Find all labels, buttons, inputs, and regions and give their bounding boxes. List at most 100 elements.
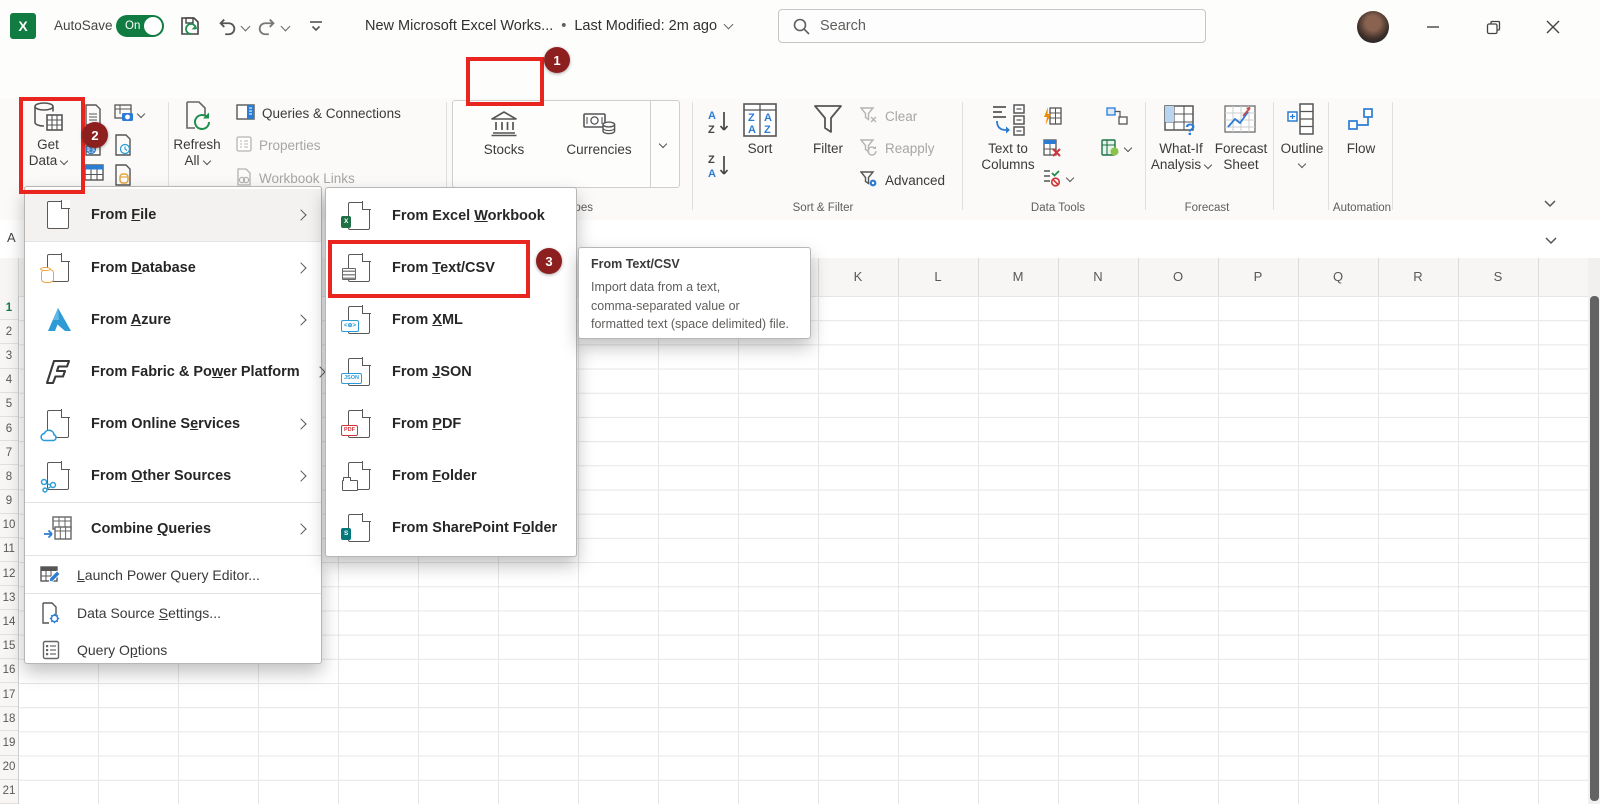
- currencies-button[interactable]: Currencies: [561, 107, 637, 158]
- row-header[interactable]: 3: [0, 344, 18, 368]
- row-header[interactable]: 14: [0, 610, 18, 634]
- combine-queries-icon: [41, 515, 75, 543]
- submenu-item-from-excel-workbook[interactable]: X From Excel Workbook: [326, 190, 576, 242]
- minimize-button[interactable]: [1418, 12, 1448, 42]
- queries-connections-button[interactable]: Queries & Connections: [236, 104, 401, 123]
- row-header[interactable]: 20: [0, 756, 18, 780]
- azure-icon: [41, 306, 75, 334]
- chevron-down-icon: [1204, 161, 1212, 169]
- menu-item-launch-power-query-editor[interactable]: Launch Power Query Editor...: [25, 556, 321, 593]
- menu-item-from-online-services[interactable]: From Online Services: [25, 398, 321, 450]
- vertical-scrollbar-thumb[interactable]: [1590, 296, 1599, 801]
- group-separator: [962, 102, 963, 210]
- expand-formula-bar-chevron-icon[interactable]: [1544, 233, 1558, 251]
- row-header[interactable]: 18: [0, 707, 18, 731]
- json-icon: JSON: [342, 358, 376, 386]
- from-table-range-icon[interactable]: [84, 164, 104, 187]
- step-badge-2: 2: [82, 122, 108, 148]
- remove-duplicates-icon[interactable]: [1042, 138, 1062, 163]
- forecast-sheet-button[interactable]: Forecast Sheet: [1214, 102, 1268, 173]
- row-header[interactable]: 13: [0, 586, 18, 610]
- column-header[interactable]: O: [1138, 258, 1218, 296]
- column-header[interactable]: N: [1058, 258, 1138, 296]
- advanced-filter-button[interactable]: Advanced: [860, 170, 945, 191]
- search-icon: [792, 17, 810, 35]
- column-header[interactable]: R: [1378, 258, 1458, 296]
- what-if-label-2: Analysis: [1151, 157, 1201, 173]
- column-header[interactable]: K: [818, 258, 898, 296]
- flash-fill-icon[interactable]: [1042, 106, 1062, 131]
- menu-item-from-file[interactable]: From File: [25, 189, 321, 241]
- text-to-columns-button[interactable]: Text to Columns: [978, 102, 1038, 173]
- document-title-area[interactable]: New Microsoft Excel Works... • Last Modi…: [365, 0, 732, 52]
- what-if-analysis-button[interactable]: ? What-If Analysis: [1152, 102, 1210, 173]
- search-input[interactable]: Search: [778, 9, 1206, 43]
- row-header[interactable]: 8: [0, 465, 18, 489]
- sort-ascending-button[interactable]: AZ: [706, 108, 732, 141]
- menu-item-from-fabric-power-platform[interactable]: From Fabric & Power Platform: [25, 346, 321, 398]
- data-model-button[interactable]: [1100, 138, 1131, 158]
- menu-item-from-other-sources[interactable]: From Other Sources: [25, 450, 321, 502]
- row-header[interactable]: 16: [0, 659, 18, 683]
- row-header[interactable]: 19: [0, 731, 18, 755]
- submenu-item-from-json[interactable]: JSON From JSON: [326, 346, 576, 398]
- row-header[interactable]: 6: [0, 417, 18, 441]
- redo-chevron-icon[interactable]: [281, 21, 291, 31]
- row-header-column[interactable]: 1 2 3 4 5 6 7 8 9 10 11 12 13 14 15 16 1…: [0, 296, 19, 804]
- column-header[interactable]: L: [898, 258, 978, 296]
- row-header[interactable]: 12: [0, 562, 18, 586]
- collapse-ribbon-chevron-icon[interactable]: [1543, 196, 1557, 214]
- column-header[interactable]: M: [978, 258, 1058, 296]
- data-validation-button[interactable]: [1042, 168, 1073, 188]
- row-header[interactable]: 10: [0, 514, 18, 538]
- row-header[interactable]: 21: [0, 780, 18, 804]
- tooltip-line: Import data from a text,: [591, 278, 798, 297]
- column-header[interactable]: S: [1458, 258, 1538, 296]
- close-button[interactable]: [1538, 12, 1568, 42]
- quick-access-options-icon[interactable]: [308, 20, 324, 39]
- row-header[interactable]: 9: [0, 490, 18, 514]
- submenu-item-from-xml[interactable]: <⊕> From XML: [326, 294, 576, 346]
- submenu-item-from-pdf[interactable]: PDF From PDF: [326, 398, 576, 450]
- sort-button[interactable]: ZAAZ Sort: [738, 102, 782, 157]
- menu-item-combine-queries[interactable]: Combine Queries: [25, 503, 321, 555]
- consolidate-icon[interactable]: [1106, 106, 1128, 131]
- outline-button[interactable]: Outline: [1278, 102, 1326, 167]
- save-icon[interactable]: [178, 14, 202, 43]
- from-picture-button[interactable]: [114, 104, 144, 124]
- submenu-item-from-sharepoint-folder[interactable]: S From SharePoint Folder: [326, 502, 576, 554]
- sort-descending-button[interactable]: ZA: [706, 152, 732, 185]
- title-chevron-icon[interactable]: [724, 20, 734, 30]
- filter-button[interactable]: Filter: [806, 102, 850, 157]
- name-box[interactable]: A: [7, 230, 16, 245]
- menu-item-query-options[interactable]: Query Options: [25, 631, 321, 668]
- stocks-label: Stocks: [484, 142, 525, 158]
- menu-item-data-source-settings[interactable]: Data Source Settings...: [25, 594, 321, 631]
- submenu-item-from-folder[interactable]: From Folder: [326, 450, 576, 502]
- undo-button[interactable]: [216, 15, 249, 37]
- chevron-right-icon: [295, 523, 306, 534]
- refresh-all-button[interactable]: Refresh All: [168, 100, 226, 169]
- menu-item-from-database[interactable]: From Database: [25, 242, 321, 294]
- redo-button[interactable]: [256, 15, 289, 37]
- menu-item-from-azure[interactable]: From Azure: [25, 294, 321, 346]
- row-header[interactable]: 5: [0, 393, 18, 417]
- recent-sources-icon[interactable]: [114, 134, 132, 161]
- file-blank-icon: [41, 201, 75, 229]
- column-header[interactable]: P: [1218, 258, 1298, 296]
- row-header[interactable]: 4: [0, 369, 18, 393]
- row-header[interactable]: 15: [0, 635, 18, 659]
- gallery-more-chevron-icon[interactable]: [659, 140, 667, 148]
- row-header[interactable]: 2: [0, 320, 18, 344]
- flow-button[interactable]: Flow: [1338, 106, 1384, 157]
- column-header[interactable]: Q: [1298, 258, 1378, 296]
- restore-button[interactable]: [1478, 12, 1508, 42]
- undo-chevron-icon[interactable]: [241, 21, 251, 31]
- row-header[interactable]: 17: [0, 683, 18, 707]
- stocks-button[interactable]: Stocks: [477, 107, 531, 158]
- row-header[interactable]: 11: [0, 538, 18, 562]
- user-avatar[interactable]: [1357, 11, 1389, 43]
- row-header[interactable]: 7: [0, 441, 18, 465]
- row-header[interactable]: 1: [0, 296, 18, 320]
- autosave-toggle[interactable]: On: [116, 15, 164, 37]
